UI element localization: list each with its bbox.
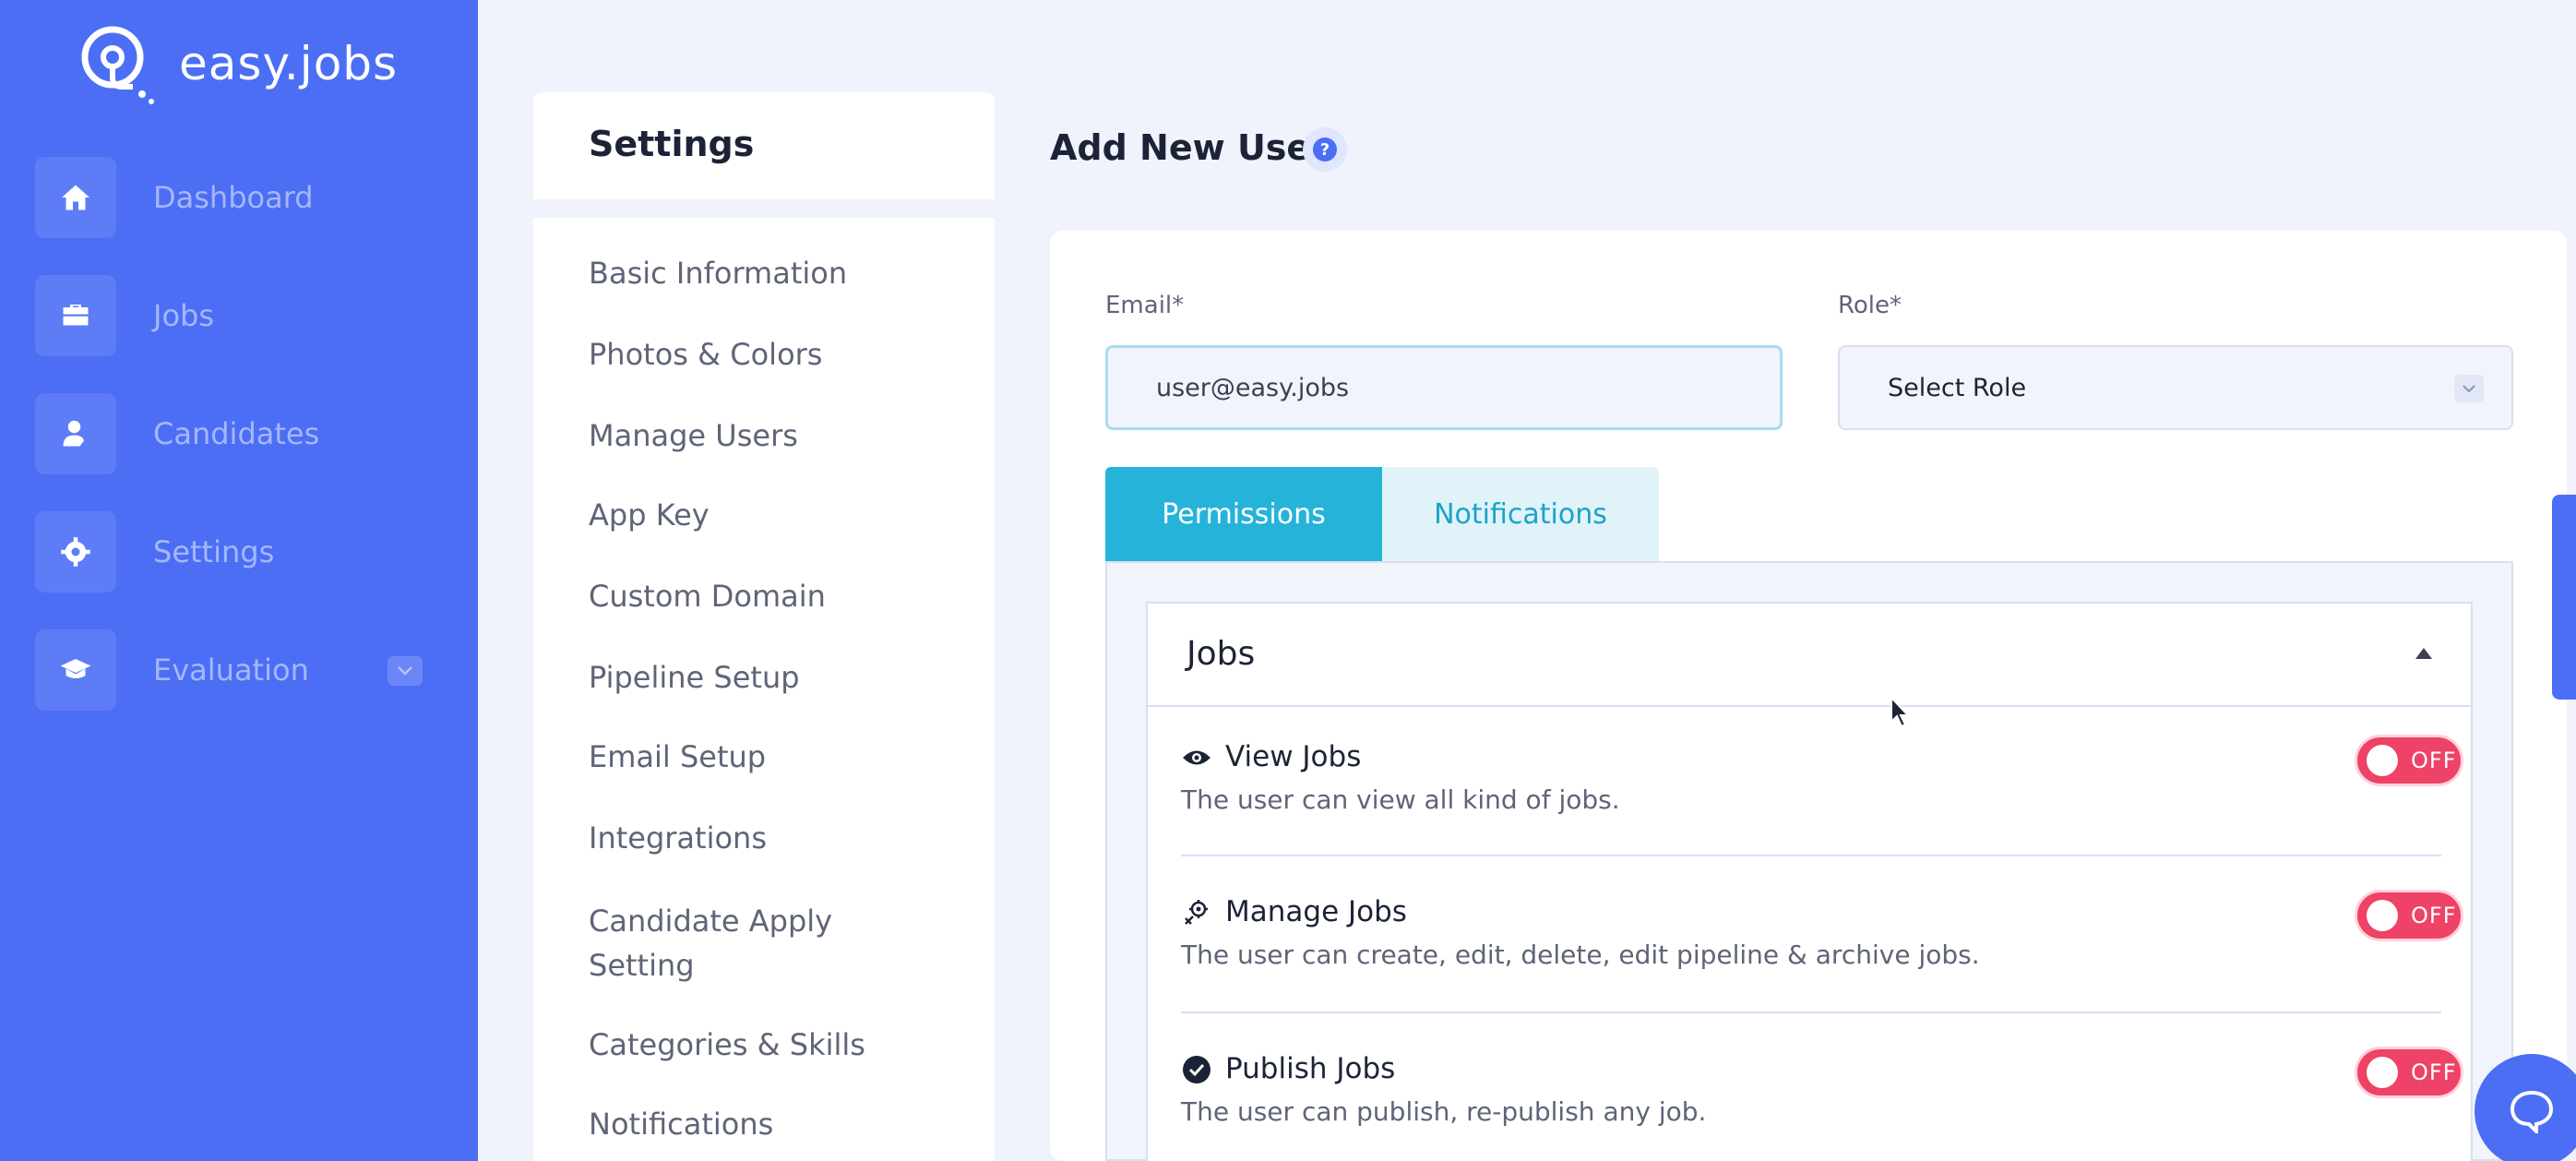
email-label: Email* xyxy=(1105,292,1185,319)
settings-item-categories-skills[interactable]: Categories & Skills xyxy=(589,1023,976,1067)
sidebar-item-settings[interactable]: Settings xyxy=(35,511,441,592)
side-feedback-tab[interactable] xyxy=(2552,495,2576,700)
settings-menu-title: Settings xyxy=(589,124,755,164)
gear-icon xyxy=(35,511,116,592)
mouse-cursor-icon xyxy=(1890,695,1912,733)
user-icon xyxy=(35,393,116,474)
brand-logo[interactable]: easy.jobs xyxy=(78,20,398,107)
home-icon xyxy=(35,157,116,238)
permission-title: Publish Jobs xyxy=(1225,1052,1396,1085)
sidebar-item-dashboard[interactable]: Dashboard xyxy=(35,157,441,238)
toggle-state: OFF xyxy=(2411,748,2457,773)
settings-menu: Basic Information Photos & Colors Manage… xyxy=(533,218,995,1161)
settings-item-custom-domain[interactable]: Custom Domain xyxy=(589,574,976,618)
briefcase-icon xyxy=(35,275,116,356)
eye-icon xyxy=(1181,742,1212,773)
jobs-accordion: Jobs View Jobs The user can view all kin… xyxy=(1146,602,2473,1161)
tab-notifications[interactable]: Notifications xyxy=(1382,467,1659,561)
sidebar: easy.jobs Dashboard Jobs Candidates Sett… xyxy=(0,0,478,1161)
chevron-down-icon xyxy=(2454,375,2484,402)
sidebar-item-label: Evaluation xyxy=(153,652,309,688)
settings-item-pipeline-setup[interactable]: Pipeline Setup xyxy=(589,655,976,700)
sidebar-item-label: Candidates xyxy=(153,416,320,451)
permission-row-publish-jobs: Publish Jobs The user can publish, re-pu… xyxy=(1181,1047,2463,1144)
settings-item-notifications[interactable]: Notifications xyxy=(589,1102,976,1146)
settings-item-app-key[interactable]: App Key xyxy=(589,493,976,537)
role-select[interactable]: Select Role xyxy=(1838,345,2513,430)
settings-item-email-setup[interactable]: Email Setup xyxy=(589,735,976,779)
divider xyxy=(1181,855,2441,856)
caret-up-icon xyxy=(2415,648,2432,659)
view-jobs-toggle[interactable]: OFF xyxy=(2355,735,2463,786)
permission-row-view-jobs: View Jobs The user can view all kind of … xyxy=(1181,735,2463,832)
settings-item-manage-users[interactable]: Manage Users xyxy=(589,413,976,458)
sidebar-item-label: Settings xyxy=(153,534,275,569)
jobs-accordion-header[interactable]: Jobs xyxy=(1148,604,2471,707)
question-icon[interactable]: ? xyxy=(1303,127,1347,172)
sidebar-item-label: Jobs xyxy=(153,298,214,333)
settings-item-integrations[interactable]: Integrations xyxy=(589,816,976,860)
permission-description: The user can publish, re-publish any job… xyxy=(1181,1096,1707,1127)
sidebar-item-evaluation[interactable]: Evaluation xyxy=(35,629,441,711)
divider xyxy=(1181,1011,2441,1013)
settings-item-basic-information[interactable]: Basic Information xyxy=(589,251,976,295)
settings-menu-header: Settings xyxy=(533,92,995,199)
role-select-value: Select Role xyxy=(1888,373,2027,402)
tab-permissions[interactable]: Permissions xyxy=(1105,467,1382,561)
logo-icon xyxy=(78,20,170,107)
check-circle-icon xyxy=(1181,1054,1212,1085)
graduation-cap-icon xyxy=(35,629,116,711)
sidebar-item-candidates[interactable]: Candidates xyxy=(35,393,441,474)
brand-name: easy.jobs xyxy=(179,37,399,90)
email-field[interactable] xyxy=(1105,345,1783,430)
toggle-state: OFF xyxy=(2411,903,2457,928)
sidebar-item-jobs[interactable]: Jobs xyxy=(35,275,441,356)
permission-row-manage-jobs: Manage Jobs The user can create, edit, d… xyxy=(1181,890,2463,987)
publish-jobs-toggle[interactable]: OFF xyxy=(2355,1047,2463,1098)
manage-icon xyxy=(1181,897,1212,928)
sidebar-item-label: Dashboard xyxy=(153,180,314,215)
settings-item-photos-colors[interactable]: Photos & Colors xyxy=(589,332,976,377)
permission-description: The user can create, edit, delete, edit … xyxy=(1181,940,1980,970)
role-label: Role* xyxy=(1838,292,1902,319)
permission-description: The user can view all kind of jobs. xyxy=(1181,784,1620,815)
toggle-state: OFF xyxy=(2411,1059,2457,1085)
permission-title: View Jobs xyxy=(1225,740,1362,773)
chevron-down-icon[interactable] xyxy=(388,656,423,686)
manage-jobs-toggle[interactable]: OFF xyxy=(2355,890,2463,941)
permission-title: Manage Jobs xyxy=(1225,895,1407,928)
page-title: Add New User xyxy=(1050,127,1328,168)
accordion-title: Jobs xyxy=(1187,635,1256,673)
settings-item-candidate-apply-setting[interactable]: Candidate Apply Setting xyxy=(589,899,902,987)
